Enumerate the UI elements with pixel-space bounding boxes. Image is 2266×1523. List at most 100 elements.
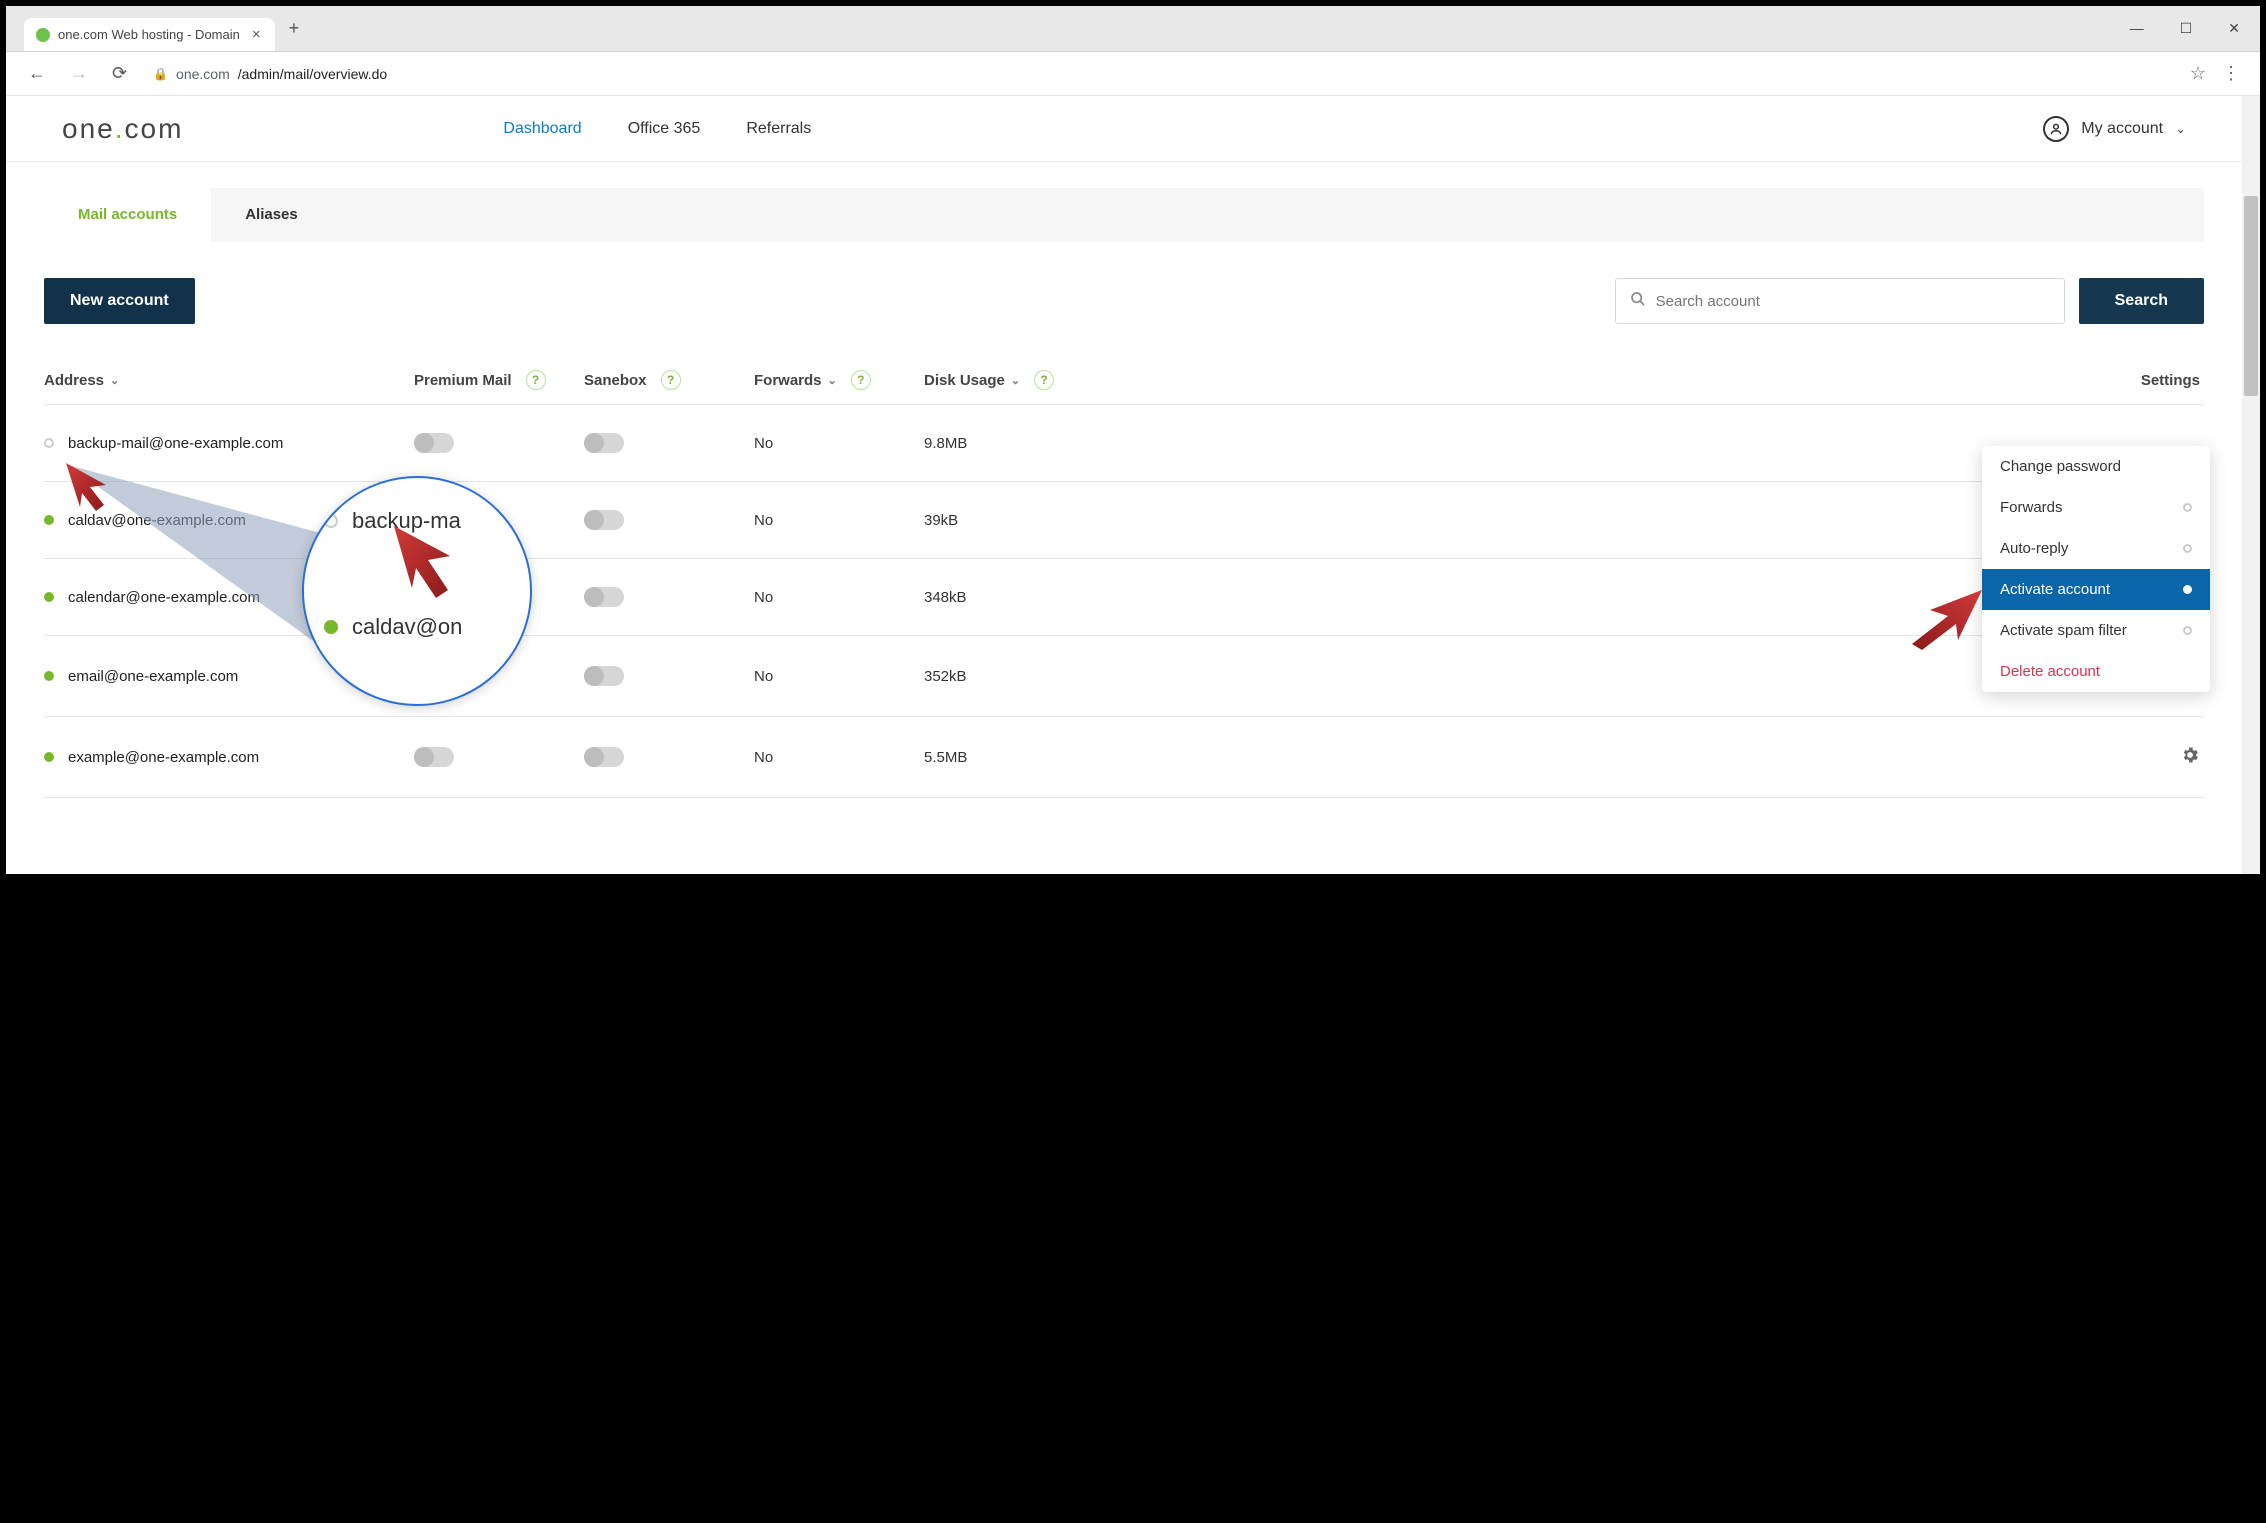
col-sanebox: Sanebox? <box>584 370 754 390</box>
tab-aliases[interactable]: Aliases <box>211 188 332 242</box>
table-row: example@one-example.comNo5.5MB <box>44 717 2204 798</box>
titlebar: one.com Web hosting - Domain × + — ☐ ✕ <box>6 6 2260 52</box>
tab-mail-accounts[interactable]: Mail accounts <box>44 188 211 242</box>
dd-change-password[interactable]: Change password <box>1982 446 2210 487</box>
favicon-icon <box>36 28 50 42</box>
annotation-arrow-icon <box>1900 582 1990 652</box>
cell-sanebox <box>584 666 754 686</box>
cell-forwards: No <box>754 435 924 452</box>
maximize-icon[interactable]: ☐ <box>2174 18 2199 39</box>
sanebox-toggle[interactable] <box>584 433 624 453</box>
cell-sanebox <box>584 510 754 530</box>
col-settings: Settings <box>2141 372 2204 389</box>
help-icon[interactable]: ? <box>526 370 546 390</box>
chevron-down-icon: ⌄ <box>1011 374 1020 387</box>
col-forwards[interactable]: Forwards⌄? <box>754 370 924 390</box>
new-account-button[interactable]: New account <box>44 278 195 324</box>
help-icon[interactable]: ? <box>661 370 681 390</box>
status-dot-icon <box>44 592 54 602</box>
search-button[interactable]: Search <box>2079 278 2204 324</box>
chevron-down-icon: ⌄ <box>828 374 837 387</box>
dd-forwards[interactable]: Forwards <box>1982 487 2210 528</box>
status-indicator-icon <box>2183 585 2192 594</box>
address-text[interactable]: example@one-example.com <box>68 749 259 766</box>
cell-disk: 352kB <box>924 668 1094 685</box>
table-header: Address⌄ Premium Mail? Sanebox? Forwards… <box>44 354 2204 405</box>
help-icon[interactable]: ? <box>1034 370 1054 390</box>
search-field-wrap <box>1615 278 2065 324</box>
status-dot-icon <box>44 752 54 762</box>
dd-delete-account[interactable]: Delete account <box>1982 651 2210 692</box>
site-logo[interactable]: one.com <box>62 113 183 145</box>
my-account-label: My account <box>2081 120 2163 138</box>
address-bar[interactable]: 🔒 one.com/admin/mail/overview.do <box>145 66 2178 82</box>
row-settings-button[interactable] <box>2180 745 2204 769</box>
status-dot-icon <box>44 515 54 525</box>
scrollbar-thumb[interactable] <box>2244 196 2258 396</box>
cell-disk: 9.8MB <box>924 435 1094 452</box>
status-dot-icon <box>44 438 54 448</box>
actions-row: New account Search <box>44 278 2204 324</box>
address-bar-row: ← → ⟳ 🔒 one.com/admin/mail/overview.do ☆… <box>6 52 2260 96</box>
minimize-icon[interactable]: — <box>2124 18 2150 39</box>
site-header: one.com Dashboard Office 365 Referrals M… <box>6 96 2242 162</box>
status-indicator-icon <box>2183 544 2192 553</box>
url-host: one.com <box>176 66 230 82</box>
tab-title: one.com Web hosting - Domain <box>58 27 240 42</box>
cell-disk: 348kB <box>924 589 1094 606</box>
scrollbar-track[interactable] <box>2242 96 2260 874</box>
help-icon[interactable]: ? <box>851 370 871 390</box>
sanebox-toggle[interactable] <box>584 747 624 767</box>
status-dot-icon <box>44 671 54 681</box>
cell-address: backup-mail@one-example.com <box>44 435 414 452</box>
cell-sanebox <box>584 747 754 767</box>
cell-premium <box>414 433 584 453</box>
close-tab-icon[interactable]: × <box>248 26 265 43</box>
dd-auto-reply[interactable]: Auto-reply <box>1982 528 2210 569</box>
back-icon[interactable]: ← <box>22 61 52 86</box>
status-dot-on-icon <box>324 620 338 634</box>
sub-tabs: Mail accounts Aliases <box>44 188 2204 242</box>
close-window-icon[interactable]: ✕ <box>2222 18 2246 39</box>
lock-icon: 🔒 <box>153 67 168 81</box>
address-text[interactable]: backup-mail@one-example.com <box>68 435 283 452</box>
cell-disk: 39kB <box>924 512 1094 529</box>
col-disk[interactable]: Disk Usage⌄? <box>924 370 1094 390</box>
col-premium: Premium Mail? <box>414 370 584 390</box>
nav-dashboard[interactable]: Dashboard <box>503 120 581 138</box>
browser-tab[interactable]: one.com Web hosting - Domain × <box>24 18 275 51</box>
sanebox-toggle[interactable] <box>584 510 624 530</box>
chevron-down-icon: ⌄ <box>2175 121 2186 137</box>
dd-activate-account[interactable]: Activate account <box>1982 569 2210 610</box>
reload-icon[interactable]: ⟳ <box>106 61 133 86</box>
cell-forwards: No <box>754 512 924 529</box>
nav-referrals[interactable]: Referrals <box>746 120 811 138</box>
col-address[interactable]: Address⌄ <box>44 372 414 389</box>
browser-window: one.com Web hosting - Domain × + — ☐ ✕ ←… <box>5 5 2261 875</box>
user-icon <box>2043 116 2069 142</box>
status-indicator-icon <box>2183 503 2192 512</box>
premium-toggle[interactable] <box>414 433 454 453</box>
my-account-menu[interactable]: My account ⌄ <box>2043 116 2186 142</box>
search-icon <box>1630 291 1646 312</box>
nav-office365[interactable]: Office 365 <box>628 120 701 138</box>
status-indicator-icon <box>2183 626 2192 635</box>
dd-activate-spam[interactable]: Activate spam filter <box>1982 610 2210 651</box>
bookmark-star-icon[interactable]: ☆ <box>2190 63 2206 84</box>
cell-disk: 5.5MB <box>924 749 1094 766</box>
cell-premium <box>414 747 584 767</box>
sanebox-toggle[interactable] <box>584 666 624 686</box>
top-nav: Dashboard Office 365 Referrals <box>503 120 811 138</box>
forward-icon[interactable]: → <box>64 61 94 86</box>
premium-toggle[interactable] <box>414 747 454 767</box>
cell-forwards: No <box>754 668 924 685</box>
search-input[interactable] <box>1656 293 2050 310</box>
browser-menu-icon[interactable]: ⋮ <box>2218 63 2244 84</box>
sanebox-toggle[interactable] <box>584 587 624 607</box>
settings-dropdown: Change password Forwards Auto-reply Acti… <box>1982 446 2210 692</box>
chevron-down-icon: ⌄ <box>110 374 119 387</box>
window-controls: — ☐ ✕ <box>2124 18 2246 39</box>
tab-strip: one.com Web hosting - Domain × + <box>24 12 305 45</box>
url-path: /admin/mail/overview.do <box>238 66 387 82</box>
new-tab-button[interactable]: + <box>283 18 306 39</box>
